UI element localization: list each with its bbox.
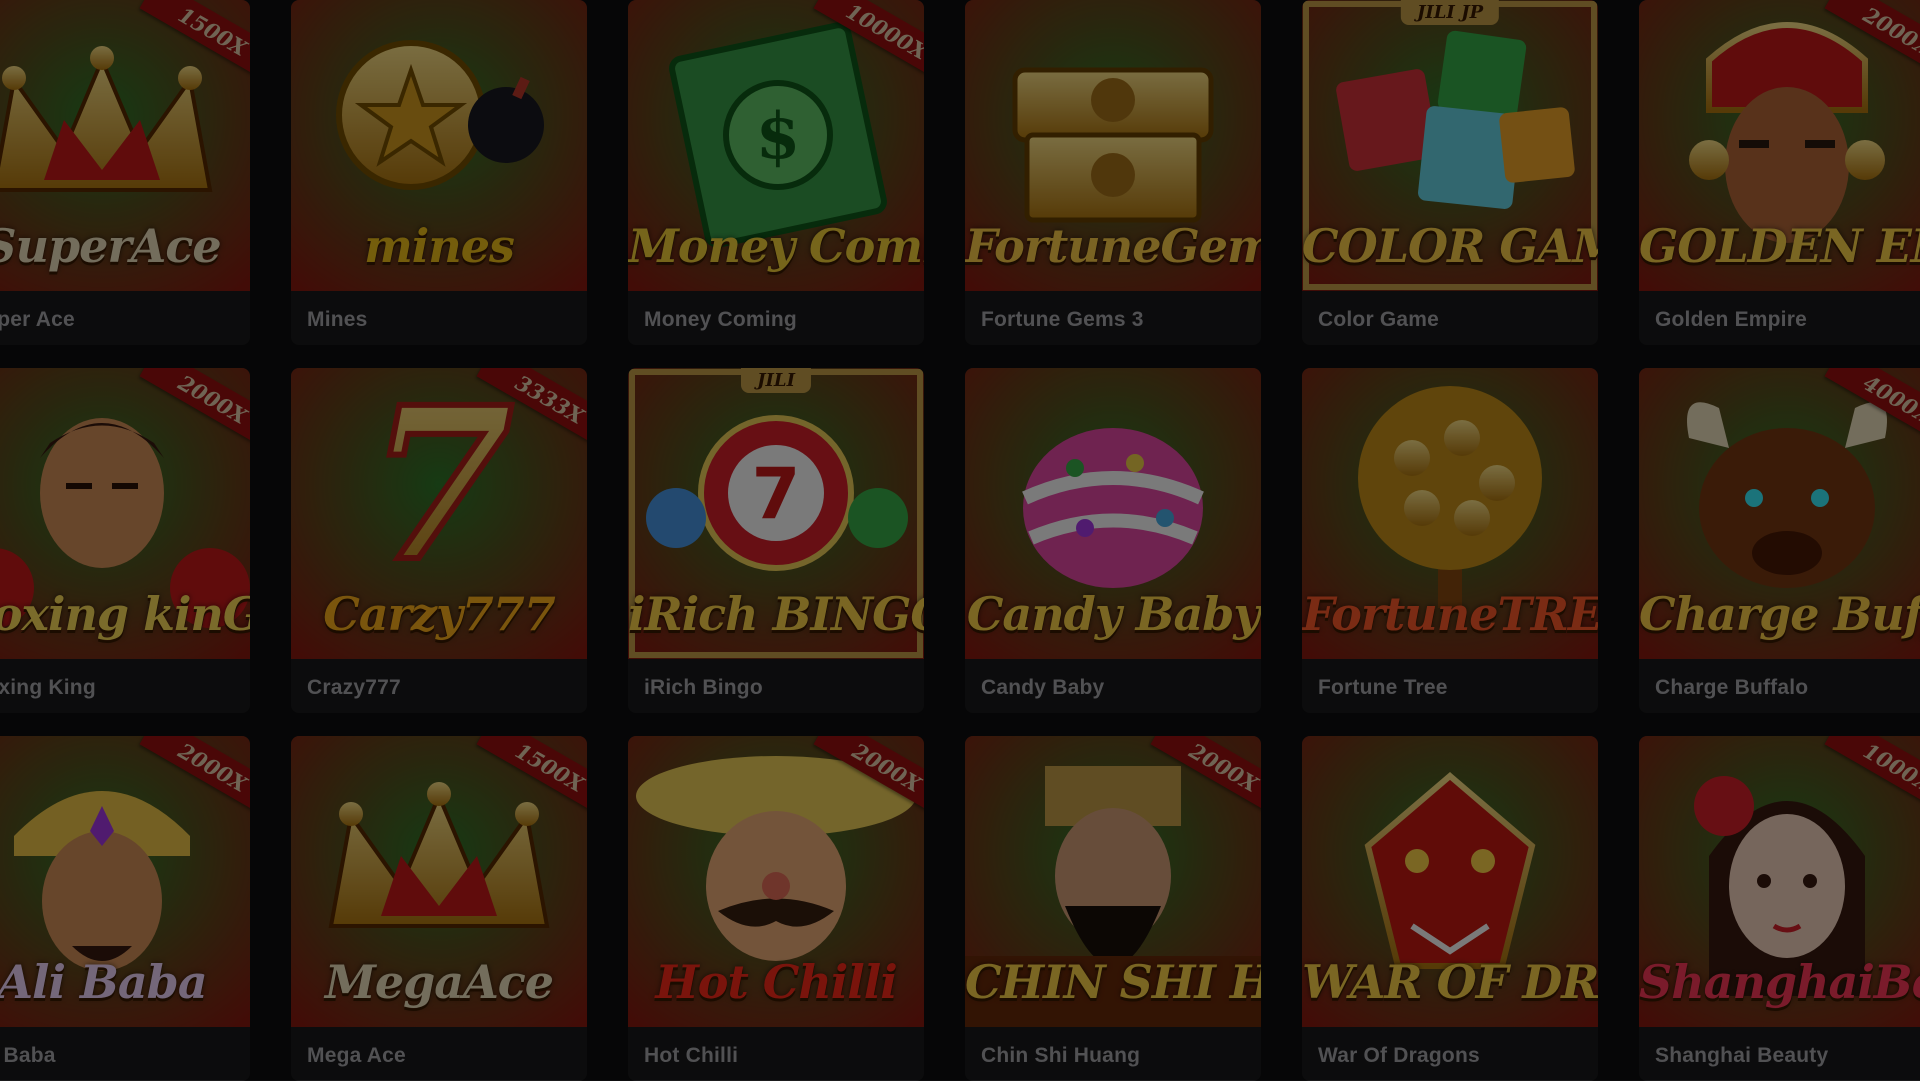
game-logo-text: Charge Buffalo [1639,587,1920,641]
game-card-hot-chilli[interactable]: Hot Chilli 2000X Hot Chilli [628,736,924,1081]
game-logo-text: SuperAce [0,219,222,273]
game-card-mines[interactable]: mines Mines [291,0,587,345]
game-card-chin-shi-huang[interactable]: CHIN SHI HUANG2000X Chin Shi Huang [965,736,1261,1081]
game-card-super-ace[interactable]: SuperAce1500X Super Ace [0,0,250,345]
provider-tag: JILI JP [1400,0,1500,25]
game-title: Candy Baby [981,676,1105,699]
game-logo-text: Boxing kinG [0,587,250,641]
game-title: Hot Chilli [644,1044,739,1067]
game-logo-text: mines [364,219,515,273]
game-title: Fortune Gems 3 [981,308,1144,331]
game-title: Boxing King [0,676,96,699]
game-thumbnail[interactable]: Charge Buffalo4000X [1639,368,1920,659]
game-thumbnail[interactable]: FortuneTREE [1302,368,1598,659]
game-logo-text: CHIN SHI HUANG [965,955,1261,1009]
game-card-money-coming[interactable]: $Money Coming10000XMoney Coming [628,0,924,345]
game-logo-text: Carzy777 [323,587,556,641]
game-thumbnail[interactable]: 7 Carzy777 3333X [291,368,587,659]
game-title: iRich Bingo [644,676,763,699]
game-card-candy-baby[interactable]: Candy Baby Candy Baby [965,368,1261,713]
game-card-fortune-tree[interactable]: FortuneTREE Fortune Tree [1302,368,1598,713]
game-card-ali-baba[interactable]: Ali Baba2000XAli Baba [0,736,250,1081]
game-title: Super Ace [0,308,75,331]
game-card-crazy777[interactable]: 7 Carzy777 3333X Crazy777 [291,368,587,713]
game-logo-text: Candy Baby [966,587,1260,641]
game-thumbnail[interactable]: SuperAce 1500X [0,0,250,291]
game-thumbnail[interactable]: GOLDEN EMPIRE2000X [1639,0,1920,291]
game-card-boxing-king[interactable]: Boxing kinG2000X Boxing King [0,368,250,713]
game-card-charge-buffalo[interactable]: Charge Buffalo4000XCharge Buffalo [1639,368,1920,713]
game-logo-text: iRich BINGO [628,587,924,641]
svg-text:7: 7 [368,368,514,608]
game-thumbnail[interactable]: ShanghaiBeauty1000X [1639,736,1920,1027]
game-logo-text: FortuneTREE [1302,587,1598,641]
game-thumbnail[interactable]: 7 JILI iRich BINGO [628,368,924,659]
game-card-war-of-dragons[interactable]: WAR OF DRAGONS War Of Dragons [1302,736,1598,1081]
game-logo-text: FortuneGems3 [965,219,1261,273]
game-card-fortune-gems-3[interactable]: FortuneGems3 Fortune Gems 3 [965,0,1261,345]
game-thumbnail[interactable]: $Money Coming10000X [628,0,924,291]
game-logo-text: MegaAce [324,955,554,1009]
game-thumbnail[interactable]: JILI JP COLOR GAME [1302,0,1598,291]
game-thumbnail[interactable]: CHIN SHI HUANG2000X [965,736,1261,1027]
game-logo-text: ShanghaiBeauty [1639,955,1920,1009]
game-card-irich-bingo[interactable]: 7 JILI iRich BINGO iRich Bingo [628,368,924,713]
game-thumbnail[interactable]: FortuneGems3 [965,0,1261,291]
game-title: War Of Dragons [1318,1044,1480,1067]
game-card-mega-ace[interactable]: MegaAce 1500X Mega Ace [291,736,587,1081]
game-thumbnail[interactable]: mines [291,0,587,291]
game-thumbnail[interactable]: MegaAce 1500X [291,736,587,1027]
game-title: Fortune Tree [1318,676,1448,699]
game-card-color-game[interactable]: JILI JP COLOR GAME Color Game [1302,0,1598,345]
game-title: Mega Ace [307,1044,406,1067]
game-title: Color Game [1318,308,1440,331]
game-title: Money Coming [644,308,797,331]
svg-text:7: 7 [752,453,801,535]
svg-text:$: $ [756,99,801,174]
game-title: Charge Buffalo [1655,676,1809,699]
provider-tag: JILI [740,368,812,393]
game-grid: SuperAce1500X Super Ace mines Mines $ Money… [0,0,1920,1081]
game-logo-text: Hot Chilli [655,955,897,1009]
game-thumbnail[interactable]: Hot Chilli 2000X [628,736,924,1027]
game-title: Crazy777 [307,676,401,699]
game-thumbnail[interactable]: Candy Baby [965,368,1261,659]
game-thumbnail[interactable]: WAR OF DRAGONS [1302,736,1598,1027]
game-card-shanghai-beauty[interactable]: ShanghaiBeauty1000X Shanghai Beauty [1639,736,1920,1081]
game-thumbnail[interactable]: Ali Baba 2000X [0,736,250,1027]
game-card-golden-empire[interactable]: GOLDEN EMPIRE2000X Golden Empire [1639,0,1920,345]
game-title: Chin Shi Huang [981,1044,1141,1067]
game-logo-text: WAR OF DRAGONS [1302,955,1598,1009]
game-title: Shanghai Beauty [1655,1044,1829,1067]
game-logo-text: Money Coming [628,219,924,273]
game-logo-text: GOLDEN EMPIRE [1639,219,1920,273]
game-title: Mines [307,308,368,331]
game-logo-text: COLOR GAME [1302,219,1598,273]
game-title: Ali Baba [0,1044,56,1067]
game-thumbnail[interactable]: Boxing kinG2000X [0,368,250,659]
game-logo-text: Ali Baba [0,955,208,1009]
game-title: Golden Empire [1655,308,1807,331]
